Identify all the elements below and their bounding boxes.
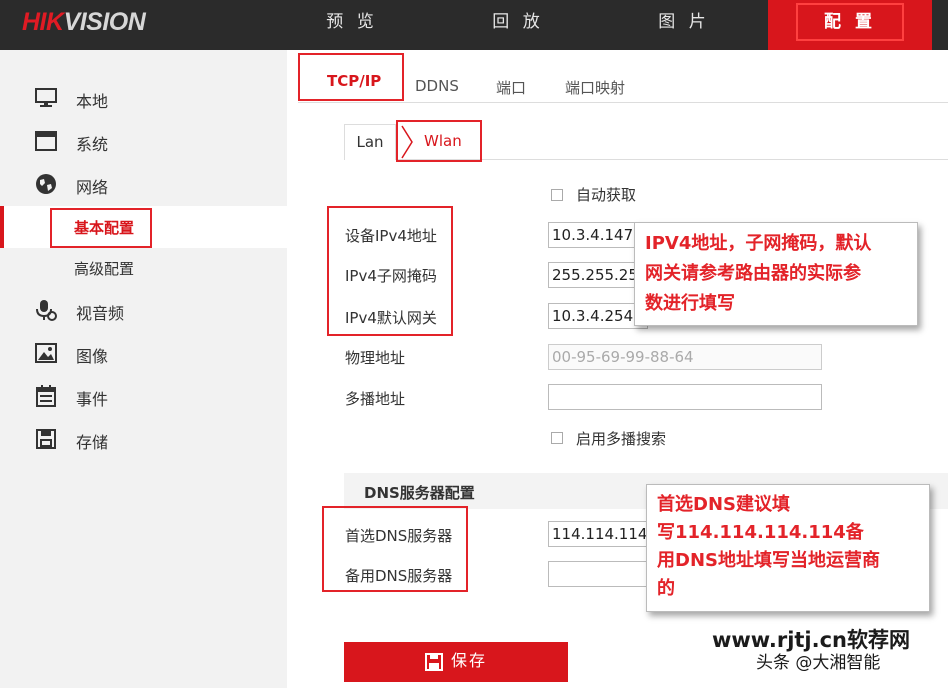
- callout-line: 写114.114.114.114备: [657, 522, 864, 543]
- sidebar-subitem-advanced-config[interactable]: 高级配置: [0, 247, 287, 289]
- annotation-box-basic-config: [50, 208, 152, 248]
- callout-line: IPV4地址，子网掩码，默认: [645, 233, 872, 254]
- save-disk-icon: [36, 429, 56, 449]
- calendar-icon: [36, 385, 56, 407]
- sidebar-item-label: 网络: [76, 178, 109, 197]
- ipv4-gateway-input[interactable]: 10.3.4.254: [548, 303, 648, 329]
- sidebar-item-video-audio[interactable]: 视音频: [0, 289, 287, 331]
- sidebar-item-local[interactable]: 本地: [0, 77, 287, 119]
- multicast-search-checkbox[interactable]: [551, 432, 563, 444]
- tabs-divider: [298, 102, 948, 103]
- annotation-box-dns-fields: [322, 506, 468, 592]
- sidebar-item-label: 存储: [76, 433, 109, 452]
- tab-port[interactable]: 端口: [496, 77, 526, 98]
- save-button[interactable]: 保存: [344, 642, 568, 682]
- sidebar-item-label: 本地: [76, 92, 109, 111]
- sidebar-item-label: 系统: [76, 135, 109, 154]
- annotation-box-config: [796, 3, 904, 41]
- ipv4-mask-input[interactable]: 255.255.25: [548, 262, 648, 288]
- callout-line: 网关请参考路由器的实际参: [645, 263, 861, 284]
- tab-ddns[interactable]: DDNS: [415, 77, 459, 95]
- dns-section-title: DNS服务器配置: [364, 484, 475, 502]
- sidebar-item-label: 视音频: [76, 304, 125, 323]
- save-disk-icon: [424, 652, 443, 671]
- sidebar-item-image[interactable]: 图像: [0, 332, 287, 374]
- sidebar-item-storage[interactable]: 存储: [0, 418, 287, 460]
- multicast-address-label: 多播地址: [345, 390, 406, 408]
- image-icon: [35, 343, 57, 363]
- dns-annotation-callout: 首选DNS建议填 写114.114.114.114备 用DNS地址填写当地运营商…: [646, 484, 930, 612]
- callout-line: 数进行填写: [645, 293, 735, 314]
- globe-icon: [36, 174, 56, 194]
- callout-line: 的: [657, 578, 675, 599]
- tab-port-mapping[interactable]: 端口映射: [565, 77, 625, 98]
- sidebar-item-system[interactable]: 系统: [0, 120, 287, 162]
- nav-playback[interactable]: 回 放: [459, 0, 577, 50]
- hikvision-logo: HIKVISION: [22, 8, 146, 37]
- primary-dns-input[interactable]: 114.114.114: [548, 521, 648, 547]
- sidebar-item-label: 图像: [76, 347, 109, 366]
- callout-line: 首选DNS建议填: [657, 494, 790, 515]
- annotation-box-wlan: [396, 120, 482, 162]
- nav-picture[interactable]: 图 片: [625, 0, 743, 50]
- logo-vision-text: VISION: [63, 8, 146, 36]
- multicast-search-label: 启用多播搜索: [576, 430, 667, 448]
- sidebar-item-event[interactable]: 事件: [0, 375, 287, 417]
- sidebar-item-network[interactable]: 网络: [0, 163, 287, 205]
- logo-hik-text: HIK: [22, 8, 64, 36]
- nav-preview[interactable]: 预 览: [293, 0, 411, 50]
- callout-line: 用DNS地址填写当地运营商: [657, 550, 880, 571]
- multicast-address-input[interactable]: [548, 384, 822, 410]
- subtab-lan[interactable]: Lan: [344, 124, 396, 160]
- monitor-icon: [35, 88, 57, 107]
- mac-address-label: 物理地址: [345, 349, 406, 367]
- mac-address-input: 00-95-69-99-88-64: [548, 344, 822, 370]
- watermark-author: 头条 @大湘智能: [756, 653, 881, 673]
- auto-obtain-label: 自动获取: [576, 186, 637, 204]
- annotation-box-ipv4-fields: [327, 206, 453, 336]
- window-icon: [35, 131, 57, 151]
- auto-obtain-checkbox[interactable]: [551, 189, 563, 201]
- save-button-label: 保存: [450, 653, 487, 670]
- sidebar-item-label: 事件: [76, 390, 109, 409]
- ipv4-annotation-callout: IPV4地址，子网掩码，默认 网关请参考路由器的实际参 数进行填写: [634, 222, 918, 326]
- secondary-dns-input[interactable]: [548, 561, 648, 587]
- sidebar-subitem-label: 高级配置: [74, 260, 135, 278]
- annotation-box-tcpip: [298, 53, 404, 101]
- microphone-icon: [36, 300, 57, 321]
